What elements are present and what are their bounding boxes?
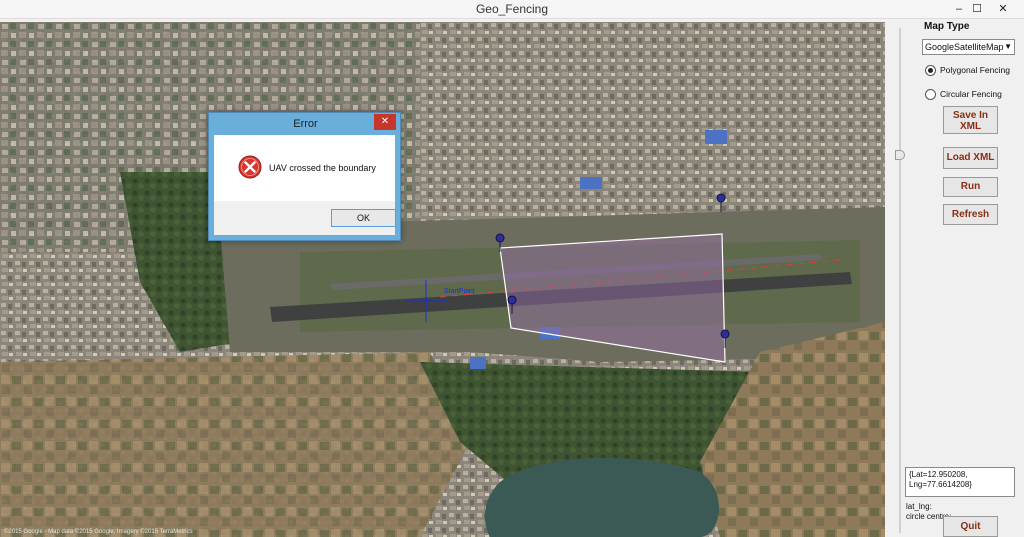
dialog-close-button[interactable]: ✕ <box>374 114 396 130</box>
circular-fencing-label: Circular Fencing <box>940 89 1002 99</box>
title-bar: Geo_Fencing – ☐ ✕ <box>0 0 1024 19</box>
zoom-slider-thumb[interactable] <box>895 150 905 160</box>
refresh-button[interactable]: Refresh <box>943 204 998 225</box>
polygonal-fencing-label: Polygonal Fencing <box>940 65 1010 75</box>
save-in-xml-label-line1: Save In <box>952 110 989 121</box>
map-type-label: Map Type <box>924 21 970 32</box>
error-dialog: Error ✕ UAV crossed the boundary OK <box>208 112 401 241</box>
start-point-label: StartPoint <box>444 288 475 295</box>
map-imagery <box>0 22 885 537</box>
chevron-down-icon: ▼ <box>1004 42 1012 51</box>
quit-button[interactable]: Quit <box>943 516 998 537</box>
map-type-select[interactable]: GoogleSatelliteMap ▼ <box>922 39 1015 55</box>
close-button[interactable]: ✕ <box>990 0 1016 18</box>
load-xml-button[interactable]: Load XML <box>943 147 998 169</box>
zoom-slider[interactable] <box>895 22 905 537</box>
polygonal-fencing-radio[interactable] <box>925 65 936 76</box>
lat-lng-label: lat_lng: <box>906 502 932 511</box>
dialog-body: UAV crossed the boundary OK <box>214 135 396 235</box>
zoom-slider-track <box>899 28 901 533</box>
dialog-footer: OK <box>214 201 396 235</box>
latlng-lat: {Lat=12.950208, <box>909 470 968 479</box>
run-button[interactable]: Run <box>943 177 998 197</box>
latlng-lng: Lng=77.6614208} <box>909 480 972 489</box>
map-copyright: ©2015 Google - Map data ©2015 Google, Im… <box>4 529 193 535</box>
maximize-button[interactable]: ☐ <box>964 0 990 18</box>
error-icon <box>238 155 262 179</box>
dialog-message: UAV crossed the boundary <box>269 163 376 173</box>
map-type-value: GoogleSatelliteMap <box>925 42 1004 52</box>
save-in-xml-button[interactable]: Save In XML <box>943 106 998 134</box>
latlng-display: {Lat=12.950208, Lng=77.6614208} <box>905 467 1015 497</box>
save-in-xml-label-line2: XML <box>959 121 982 132</box>
ok-button[interactable]: OK <box>331 209 396 227</box>
satellite-map[interactable]: StartPoint ©2015 Google - Map data ©2015… <box>0 22 885 537</box>
circular-fencing-radio[interactable] <box>925 89 936 100</box>
window-title: Geo_Fencing <box>475 2 549 16</box>
